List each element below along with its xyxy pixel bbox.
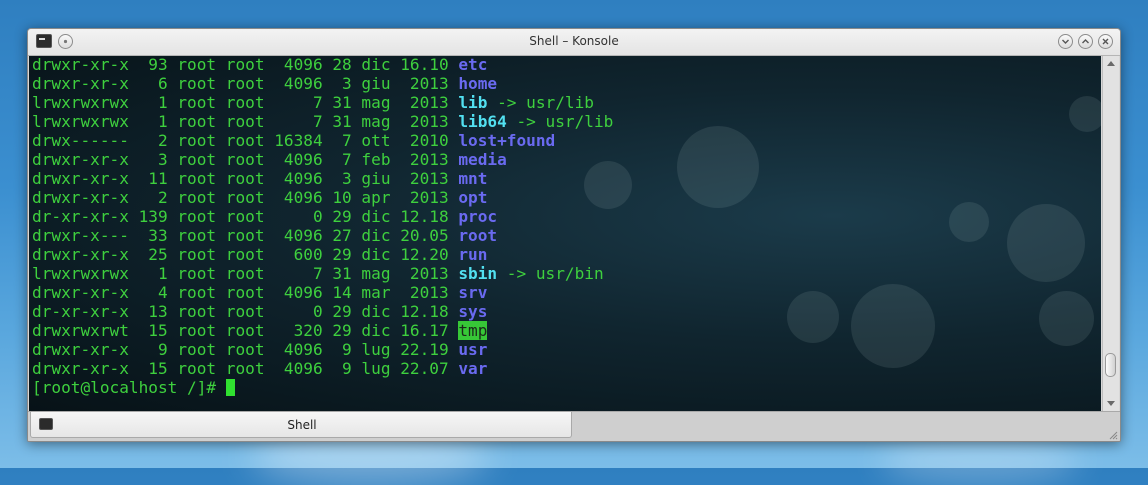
- terminal-line: drwxr-xr-x 11 root root 4096 3 giu 2013 …: [32, 169, 613, 188]
- listing-text: drwxr-xr-x 6 root root 4096 3 giu 2013: [32, 74, 459, 93]
- listing-text: drwxr-x--- 33 root root 4096 27 dic 20.0…: [32, 226, 459, 245]
- window-title: Shell – Konsole: [529, 34, 619, 48]
- terminal-line: drwxr-xr-x 15 root root 4096 9 lug 22.07…: [32, 359, 613, 378]
- prompt-line[interactable]: [root@localhost /]#: [32, 378, 613, 397]
- listing-text: dr-xr-xr-x 13 root root 0 29 dic 12.18: [32, 302, 459, 321]
- symlink-name: sbin: [458, 264, 498, 283]
- background-bokeh: [1007, 204, 1085, 282]
- listing-text: drwxr-xr-x 3 root root 4096 7 feb 2013: [32, 150, 459, 169]
- terminal-line: dr-xr-xr-x 13 root root 0 29 dic 12.18 s…: [32, 302, 613, 321]
- directory-name: proc: [458, 207, 498, 226]
- listing-text: dr-xr-xr-x 139 root root 0 29 dic 12.18: [32, 207, 459, 226]
- scroll-down-arrow-icon[interactable]: [1107, 401, 1115, 406]
- directory-name: etc: [458, 56, 488, 74]
- listing-text: drwxr-xr-x 11 root root 4096 3 giu 2013: [32, 169, 459, 188]
- tab-shell[interactable]: Shell: [30, 412, 572, 438]
- listing-text: drwxr-xr-x 15 root root 4096 9 lug 22.07: [32, 359, 459, 378]
- tab-bar: Shell: [28, 411, 1120, 441]
- listing-text: drwx------ 2 root root 16384 7 ott 2010: [32, 131, 459, 150]
- directory-name: run: [458, 245, 488, 264]
- terminal-line: drwxrwxrwt 15 root root 320 29 dic 16.17…: [32, 321, 613, 340]
- scroll-up-arrow-icon[interactable]: [1107, 61, 1115, 66]
- background-bokeh: [677, 126, 759, 208]
- directory-name: srv: [458, 283, 488, 302]
- terminal-output: drwxr-xr-x 93 root root 4096 28 dic 16.1…: [32, 56, 613, 397]
- listing-text: drwxr-xr-x 9 root root 4096 9 lug 22.19: [32, 340, 459, 359]
- listing-text: -> usr/lib: [487, 93, 594, 112]
- terminal-line: drwxr-xr-x 3 root root 4096 7 feb 2013 m…: [32, 150, 613, 169]
- text-cursor: [225, 379, 235, 396]
- background-bokeh: [1039, 291, 1094, 346]
- desktop-glow: [880, 435, 1080, 485]
- terminal-line: drwxr-xr-x 6 root root 4096 3 giu 2013 h…: [32, 74, 613, 93]
- terminal-line: drwxr-x--- 33 root root 4096 27 dic 20.0…: [32, 226, 613, 245]
- directory-name: lost+found: [458, 131, 556, 150]
- konsole-window: Shell – Konsole drwxr-xr-x 93 root root …: [27, 28, 1121, 442]
- background-bokeh: [949, 202, 989, 242]
- listing-text: drwxr-xr-x 25 root root 600 29 dic 12.20: [32, 245, 459, 264]
- close-button[interactable]: [1098, 34, 1113, 49]
- terminal-line: drwx------ 2 root root 16384 7 ott 2010 …: [32, 131, 613, 150]
- symlink-name: lib: [458, 93, 488, 112]
- maximize-button[interactable]: [1078, 34, 1093, 49]
- listing-text: lrwxrwxrwx 1 root root 7 31 mag 2013: [32, 112, 459, 131]
- listing-text: drwxrwxrwt 15 root root 320 29 dic 16.17: [32, 321, 459, 340]
- directory-name: home: [458, 74, 498, 93]
- listing-text: -> usr/bin: [497, 264, 604, 283]
- terminal-line: lrwxrwxrwx 1 root root 7 31 mag 2013 sbi…: [32, 264, 613, 283]
- directory-name: opt: [458, 188, 488, 207]
- listing-text: drwxr-xr-x 2 root root 4096 10 apr 2013: [32, 188, 459, 207]
- terminal-line: drwxr-xr-x 93 root root 4096 28 dic 16.1…: [32, 56, 613, 74]
- sticky-directory-name: tmp: [458, 321, 488, 340]
- background-bokeh: [787, 291, 839, 343]
- directory-name: mnt: [458, 169, 488, 188]
- listing-text: drwxr-xr-x 93 root root 4096 28 dic 16.1…: [32, 56, 459, 74]
- directory-name: sys: [458, 302, 488, 321]
- symlink-name: lib64: [458, 112, 507, 131]
- directory-name: media: [458, 150, 507, 169]
- terminal-line: lrwxrwxrwx 1 root root 7 31 mag 2013 lib…: [32, 112, 613, 131]
- close-icon: [1102, 38, 1109, 45]
- tab-label: Shell: [287, 418, 317, 432]
- terminal-scrollbar[interactable]: [1102, 56, 1119, 411]
- terminal-line: drwxr-xr-x 25 root root 600 29 dic 12.20…: [32, 245, 613, 264]
- directory-name: root: [458, 226, 498, 245]
- listing-text: lrwxrwxrwx 1 root root 7 31 mag 2013: [32, 93, 459, 112]
- terminal-area[interactable]: drwxr-xr-x 93 root root 4096 28 dic 16.1…: [29, 56, 1101, 411]
- background-bokeh: [851, 284, 935, 368]
- listing-text: lrwxrwxrwx 1 root root 7 31 mag 2013: [32, 264, 459, 283]
- background-bokeh: [1069, 96, 1101, 132]
- listing-text: drwxr-xr-x 4 root root 4096 14 mar 2013: [32, 283, 459, 302]
- chevron-up-icon: [1082, 39, 1089, 44]
- directory-name: var: [458, 359, 488, 378]
- minimize-button[interactable]: [1058, 34, 1073, 49]
- terminal-line: dr-xr-xr-x 139 root root 0 29 dic 12.18 …: [32, 207, 613, 226]
- resize-grip-icon[interactable]: [1108, 430, 1118, 440]
- scrollbar-thumb[interactable]: [1105, 353, 1116, 377]
- title-bar[interactable]: Shell – Konsole: [28, 29, 1120, 56]
- directory-name: usr: [458, 340, 488, 359]
- terminal-line: drwxr-xr-x 2 root root 4096 10 apr 2013 …: [32, 188, 613, 207]
- terminal-line: drwxr-xr-x 4 root root 4096 14 mar 2013 …: [32, 283, 613, 302]
- terminal-line: lrwxrwxrwx 1 root root 7 31 mag 2013 lib…: [32, 93, 613, 112]
- shell-prompt: [root@localhost /]#: [32, 378, 226, 397]
- chevron-down-icon: [1062, 39, 1069, 44]
- listing-text: -> usr/lib: [506, 112, 614, 131]
- terminal-line: drwxr-xr-x 9 root root 4096 9 lug 22.19 …: [32, 340, 613, 359]
